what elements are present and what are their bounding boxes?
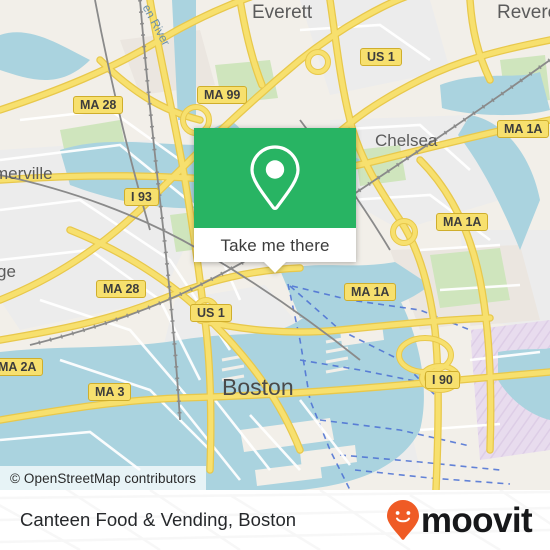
place-title: Canteen Food & Vending, Boston bbox=[20, 509, 297, 530]
take-me-there-label: Take me there bbox=[220, 235, 330, 255]
moovit-wordmark: moovit bbox=[420, 500, 533, 540]
footer-bar: Canteen Food & Vending, Boston moovit bbox=[0, 490, 550, 550]
place-map-screen: Everett Revere Chelsea merville ge Bosto… bbox=[0, 0, 550, 550]
map-attribution[interactable]: © OpenStreetMap contributors bbox=[0, 466, 207, 490]
popup-icon-area bbox=[194, 128, 356, 228]
place-popup-card[interactable]: Take me there bbox=[194, 128, 356, 273]
moovit-pin-smiley-icon bbox=[386, 500, 419, 540]
popup-action-area[interactable]: Take me there bbox=[194, 228, 356, 273]
attribution-text: © OpenStreetMap contributors bbox=[10, 470, 197, 486]
popup-pointer-tail bbox=[264, 262, 286, 273]
moovit-logo[interactable]: moovit bbox=[386, 499, 533, 541]
map-pin-icon bbox=[250, 145, 300, 211]
